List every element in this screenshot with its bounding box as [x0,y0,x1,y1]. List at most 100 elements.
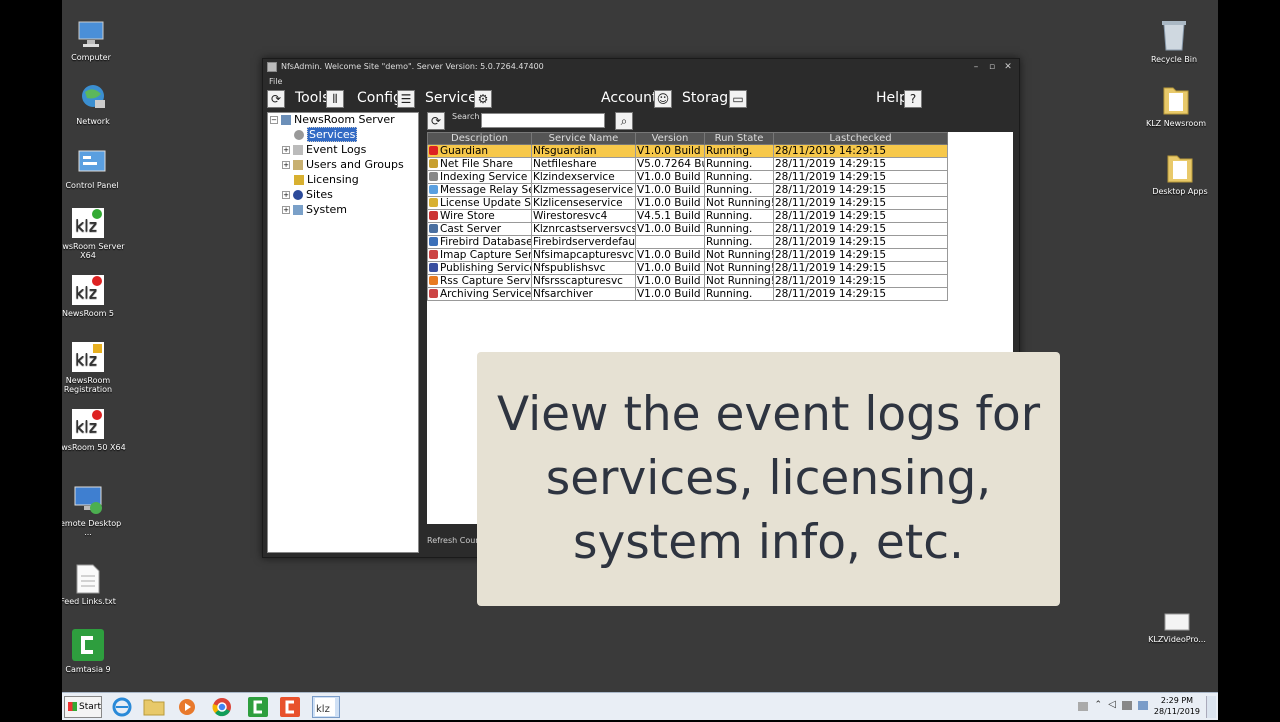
start-button[interactable]: Start [64,696,102,718]
table-cell: 28/11/2019 14:29:15 [773,170,948,184]
taskbar-explorer[interactable] [142,696,170,718]
storage-icon[interactable]: ▭ [729,90,747,108]
tray-expand-icon[interactable]: ⌃ [1094,700,1102,710]
table-row[interactable]: Net File Share Netfileshare V5.0.7264 Bu Ru… [427,157,948,171]
expand-icon[interactable]: + [282,146,290,154]
desktop-icon-remote-desktop[interactable]: Remote Desktop ... [62,484,126,537]
tools-menu[interactable]: Tools [295,87,330,111]
accounts-icon[interactable]: ☺ [654,90,672,108]
search-input[interactable] [481,113,605,128]
refresh-icon[interactable]: ⟳ [427,112,445,130]
tree-item-sites[interactable]: + Sites [282,188,333,202]
tree-item-services[interactable]: Services [294,127,358,142]
table-row[interactable]: Wire Store Wirestoresvc4 V4.5.1 Build 4 Run… [427,209,948,223]
table-cell-text: V1.0.0 Build 0 [637,274,705,287]
column-header[interactable]: Run State [704,132,774,145]
tree-item-event-logs[interactable]: + Event Logs [282,143,366,157]
tree-item-label: Users and Groups [306,158,404,171]
desktop-icon-newsroom-5[interactable]: klz NewsRoom 5 [62,274,126,318]
column-header[interactable]: Version [635,132,705,145]
table-cell: 28/11/2019 14:29:15 [773,274,948,288]
taskbar-klz[interactable]: klz [312,696,340,718]
table-cell: Running. [704,170,774,184]
table-cell-text: Running. [706,287,753,300]
config-menu[interactable]: Config [357,87,402,111]
table-row[interactable]: Guardian Nfsguardian V1.0.0 Build 0 Running… [427,144,948,158]
table-cell-text: Nfsrsscapturesvc [533,274,623,287]
close-button[interactable]: ✕ [1001,60,1015,74]
menu-file[interactable]: File [269,77,282,86]
search-icon[interactable]: ⌕ [615,112,633,130]
desktop-icon-newsroom-50-x64[interactable]: klz NewsRoom 50 X64 [62,408,126,452]
tools-icon[interactable]: ⫴ [326,90,344,108]
taskbar-ie[interactable] [110,696,138,718]
table-header-row: Description Service Name Version Run Sta… [427,132,948,145]
desktop-icon-newsroom-server[interactable]: klz NewsRoom Server X64 [62,207,126,260]
config-icon[interactable]: ☰ [397,90,415,108]
column-header[interactable]: Description [427,132,532,145]
taskbar-camtasia-editor[interactable] [278,696,306,718]
desktop-icon-newsroom-registration[interactable]: klz NewsRoom Registration [62,341,126,394]
table-cell-text: Publishing Service [440,261,532,274]
server-icon [281,115,291,125]
desktop-icon-camtasia[interactable]: Camtasia 9 [62,628,126,674]
table-cell-text: V1.0.0 Build 0 [637,170,705,183]
desktop-icon-klz-newsroom[interactable]: KLZ Newsroom [1138,84,1214,128]
desktop-icon-control-panel[interactable]: Control Panel [62,148,130,190]
chrome-icon [212,698,231,717]
table-row[interactable]: Imap Capture Serv Nfsimapcapturesvc V1.0.0… [427,248,948,262]
expand-icon[interactable]: + [282,161,290,169]
desktop-icon-feed-links[interactable]: Feed Links.txt [62,564,126,606]
refresh-icon[interactable]: ⟳ [267,90,285,108]
notification-icon[interactable] [1078,702,1088,711]
maximize-button[interactable]: ▫ [985,60,999,74]
table-cell: Wire Store [427,209,532,223]
show-desktop-button[interactable] [1206,696,1216,718]
desktop-icon-computer[interactable]: Computer [62,18,129,62]
navigation-tree: − NewsRoom Server Services + Event Logs + U… [267,112,419,553]
column-header[interactable]: Service Name [531,132,636,145]
collapse-icon[interactable]: − [270,116,278,124]
expand-icon[interactable]: + [282,191,290,199]
help-icon[interactable]: ? [904,90,922,108]
desktop-icon-klzvideopro[interactable]: KLZVideoPro... [1139,612,1215,644]
table-row[interactable]: Rss Capture Servic Nfsrsscapturesvc V1.0.0… [427,274,948,288]
table-cell-text: V1.0.0 Build 0 [637,144,705,157]
taskbar-camtasia-recorder[interactable] [246,696,274,718]
title-bar[interactable]: NfsAdmin. Welcome Site "demo". Server Ve… [263,59,1019,75]
table-cell: Rss Capture Servic [427,274,532,288]
table-row[interactable]: Publishing Service Nfspublishsvc V1.0.0 Bu… [427,261,948,275]
desktop-icon-label: NewsRoom 5 [62,309,115,318]
table-row[interactable]: Message Relay Ser Klzmessageservice V1.0.0… [427,183,948,197]
tree-root[interactable]: − NewsRoom Server [270,113,395,127]
table-cell-text: V1.0.0 Build 0 [637,222,705,235]
column-header[interactable]: Lastchecked [773,132,948,145]
table-row[interactable]: Firebird Database Firebirdserverdefaulti R… [427,235,948,249]
caption-line: View the event logs for [496,387,1041,442]
table-cell-text: 28/11/2019 14:29:15 [775,170,887,183]
table-row[interactable]: Cast Server Klznrcastserversvcsa V1.0.0 Bu… [427,222,948,236]
table-cell-text: Running. [706,222,753,235]
clock[interactable]: 2:29 PM 28/11/2019 [1154,695,1200,717]
desktop-icon-recycle-bin[interactable]: Recycle Bin [1136,18,1212,64]
table-cell-text: V1.0.0 Build 0 [637,196,705,209]
desktop-icon-network[interactable]: Network [62,82,131,126]
desktop-icon-desktop-apps[interactable]: Desktop Apps [1142,152,1218,196]
folder-icon [1163,87,1189,115]
table-row[interactable]: License Update Se Klzlicenseservice V1.0.0… [427,196,948,210]
taskbar-media-player[interactable] [175,696,203,718]
services-gear-icon[interactable]: ⚙ [474,90,492,108]
minimize-button[interactable]: – [969,60,983,74]
network-tray-icon[interactable] [1138,701,1148,710]
table-row[interactable]: Indexing Service Klzindexservice V1.0.0 Bu… [427,170,948,184]
volume-icon[interactable]: ◁ [1108,699,1116,710]
tree-item-label: System [306,203,348,216]
table-row[interactable]: Archiving Service Nfsarchiver V1.0.0 Build… [427,287,948,301]
media-player-icon [179,699,195,715]
expand-icon[interactable]: + [282,206,290,214]
taskbar-chrome[interactable] [210,696,238,718]
tree-item-licensing[interactable]: Licensing [294,173,359,187]
tree-item-users-and-groups[interactable]: + Users and Groups [282,158,404,172]
action-center-icon[interactable] [1122,701,1132,710]
tree-item-system[interactable]: + System [282,203,347,217]
